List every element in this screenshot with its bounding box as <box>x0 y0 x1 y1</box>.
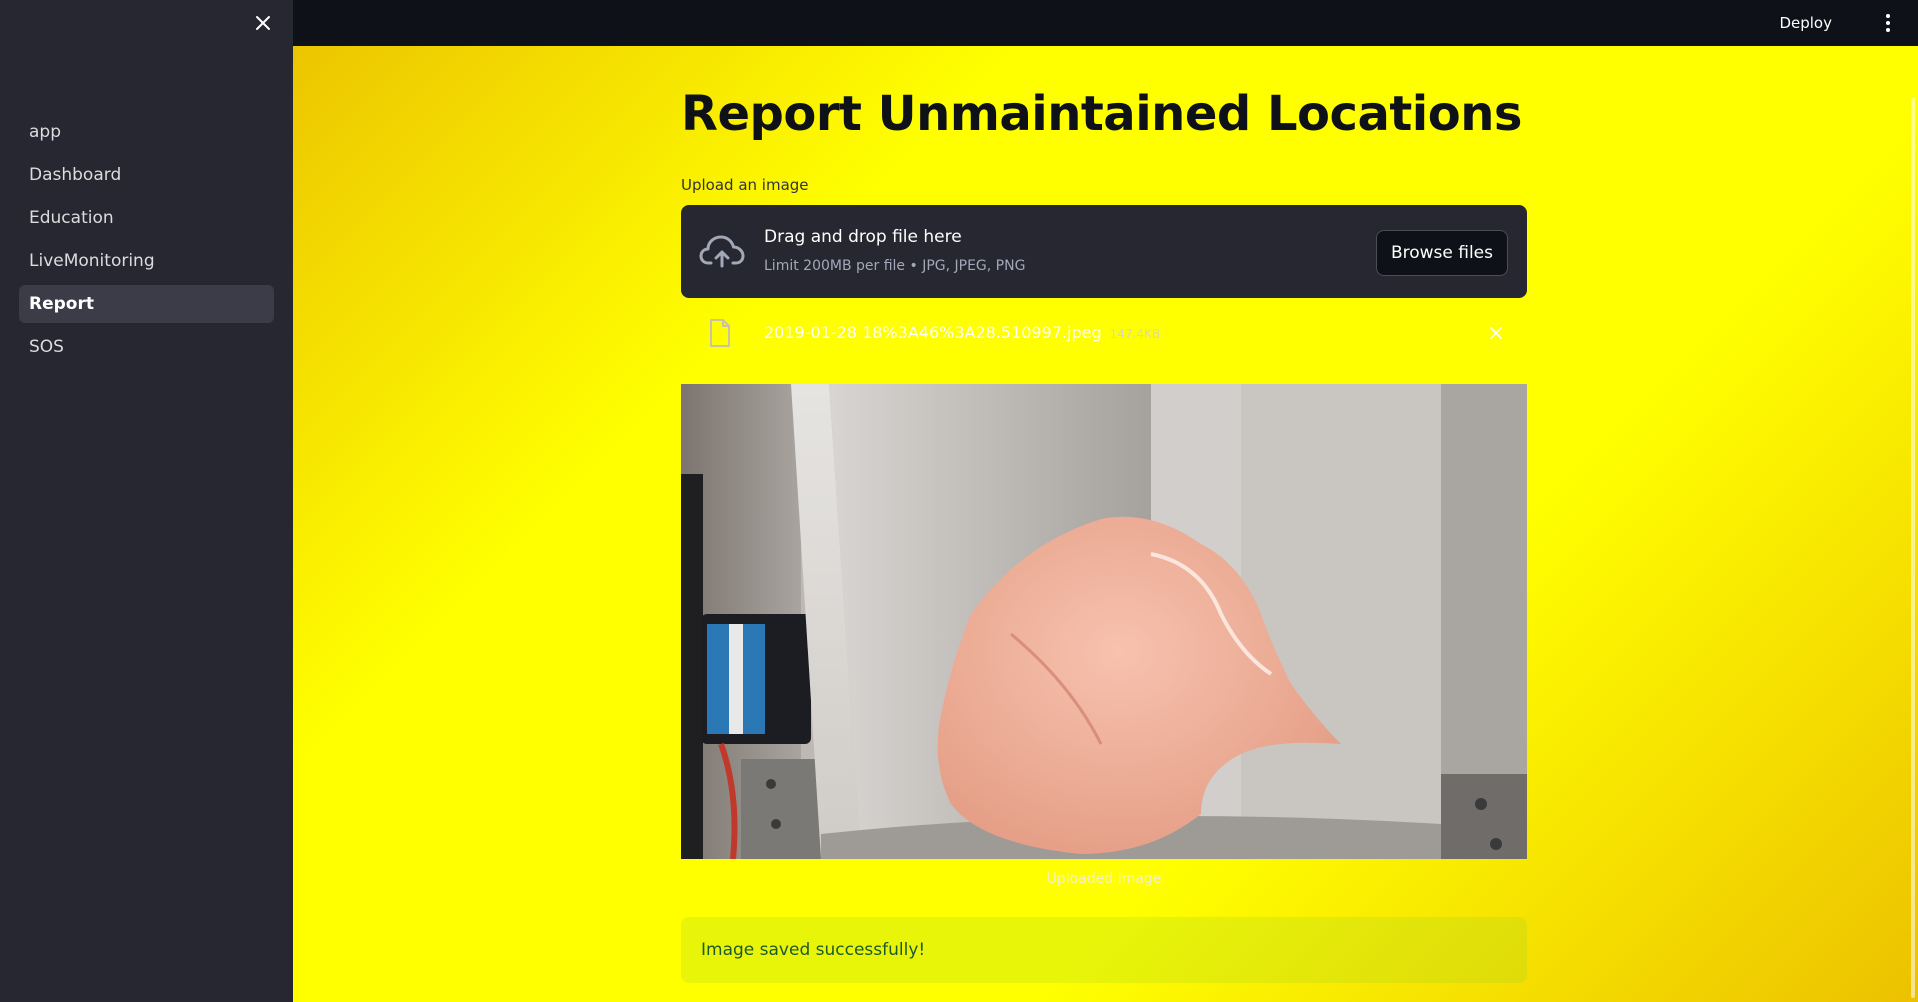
kebab-menu-icon <box>1886 14 1890 18</box>
main-area: Report Unmaintained Locations Upload an … <box>293 46 1918 1002</box>
close-sidebar-button[interactable] <box>248 8 278 38</box>
browse-files-button[interactable]: Browse files <box>1375 230 1508 276</box>
image-caption: Uploaded Image <box>1046 871 1162 887</box>
upload-label: Upload an image <box>681 176 809 194</box>
remove-file-icon <box>1490 327 1502 339</box>
file-dropzone[interactable]: Drag and drop file here Limit 200MB per … <box>681 205 1527 298</box>
deploy-button[interactable]: Deploy <box>1771 8 1840 38</box>
remove-file-button[interactable] <box>1485 322 1507 344</box>
sidebar-item-label: Education <box>29 208 114 228</box>
success-message: Image saved successfully! <box>701 940 926 960</box>
sidebar-item-dashboard[interactable]: Dashboard <box>19 156 274 194</box>
sidebar-item-education[interactable]: Education <box>19 199 274 237</box>
sidebar-item-label: LiveMonitoring <box>29 251 155 271</box>
main-scrollbar[interactable] <box>1911 98 1915 998</box>
uploaded-file-row: 2019-01-28 18%3A46%3A28.510997.jpeg 147.4… <box>681 310 1527 356</box>
sidebar-item-sos[interactable]: SOS <box>19 328 274 366</box>
sidebar-item-livemonitoring[interactable]: LiveMonitoring <box>19 242 274 280</box>
close-icon <box>256 16 270 30</box>
top-toolbar: Deploy <box>293 0 1918 46</box>
sidebar-item-label: app <box>29 122 61 142</box>
sidebar-nav: app Dashboard Education LiveMonitoring R… <box>19 113 274 371</box>
dropzone-title: Drag and drop file here <box>764 227 962 247</box>
file-name: 2019-01-28 18%3A46%3A28.510997.jpeg 147.4… <box>764 323 1160 342</box>
sidebar-item-label: Dashboard <box>29 165 122 185</box>
uploaded-photo <box>681 384 1527 859</box>
sidebar-item-app[interactable]: app <box>19 113 274 151</box>
main-menu-button[interactable] <box>1876 8 1900 38</box>
page-title: Report Unmaintained Locations <box>681 86 1522 142</box>
sidebar-item-label: SOS <box>29 337 64 357</box>
dropzone-limit: Limit 200MB per file • JPG, JPEG, PNG <box>764 258 1026 274</box>
file-icon <box>710 319 730 347</box>
kebab-menu-icon-dot <box>1886 28 1890 32</box>
file-name-text: 2019-01-28 18%3A46%3A28.510997.jpeg <box>764 323 1102 342</box>
app-root: app Dashboard Education LiveMonitoring R… <box>0 0 1918 1002</box>
sidebar: app Dashboard Education LiveMonitoring R… <box>0 0 293 1002</box>
file-size: 147.4KB <box>1109 327 1161 341</box>
sidebar-item-label: Report <box>29 294 94 314</box>
success-alert: Image saved successfully! <box>681 917 1527 983</box>
sidebar-item-report[interactable]: Report <box>19 285 274 323</box>
kebab-menu-icon-dot <box>1886 21 1890 25</box>
cloud-upload-icon <box>699 235 745 268</box>
